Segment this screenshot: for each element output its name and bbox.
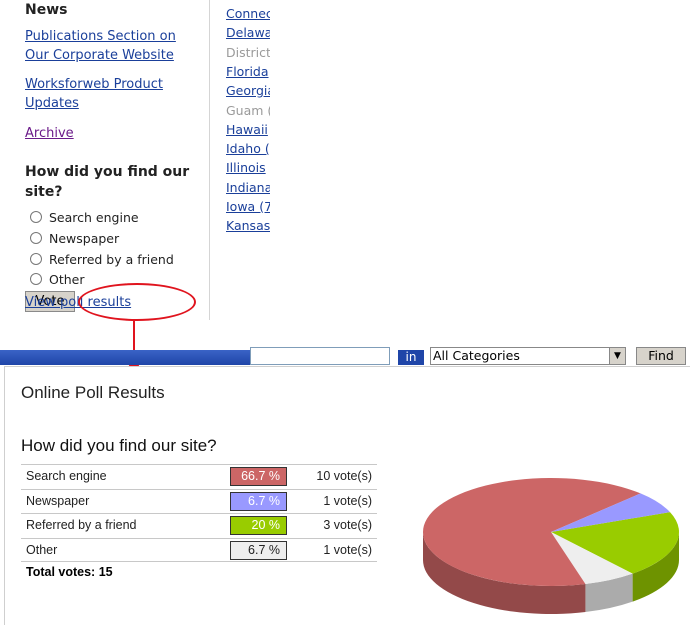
category-select-value: All Categories bbox=[433, 348, 520, 363]
state-link[interactable]: Georgia bbox=[226, 82, 270, 99]
state-link[interactable]: Illinois bbox=[226, 159, 266, 176]
total-votes: Total votes: 15 bbox=[26, 565, 113, 579]
state-link: District bbox=[226, 44, 270, 60]
poll-option-label: Referred by a friend bbox=[49, 251, 174, 267]
radio-button[interactable] bbox=[30, 253, 42, 265]
poll-option-friend[interactable]: Referred by a friend bbox=[30, 250, 174, 268]
state-link[interactable]: Indiana bbox=[226, 179, 270, 196]
poll-option-label: Other bbox=[49, 271, 85, 287]
state-link[interactable]: Kansas bbox=[226, 217, 270, 234]
percent-badge: 66.7 % bbox=[230, 467, 287, 486]
poll-question: How did you find our site? bbox=[25, 164, 190, 200]
row-label: Search engine bbox=[26, 469, 107, 483]
results-question: How did you find our site? bbox=[21, 436, 217, 455]
state-link[interactable]: Connec bbox=[226, 5, 270, 22]
vote-count: 1 vote(s) bbox=[323, 493, 372, 508]
news-heading: News bbox=[25, 2, 68, 18]
table-row: Search engine 66.7 % 10 vote(s) bbox=[21, 464, 377, 489]
row-label: Other bbox=[26, 542, 58, 557]
state-link[interactable]: Hawaii bbox=[226, 121, 268, 138]
annotation-ellipse bbox=[78, 283, 196, 321]
poll-option-other[interactable]: Other bbox=[30, 270, 85, 288]
table-row: Newspaper 6.7 % 1 vote(s) bbox=[21, 488, 377, 514]
state-link[interactable]: Delawa bbox=[226, 24, 270, 41]
poll-option-search-engine[interactable]: Search engine bbox=[30, 208, 139, 226]
state-link[interactable]: Idaho ( bbox=[226, 140, 270, 157]
product-updates-link[interactable]: Worksforweb Product Updates bbox=[25, 75, 203, 113]
category-select[interactable]: All Categories ▼ bbox=[430, 347, 626, 365]
find-button[interactable]: Find bbox=[636, 347, 686, 365]
row-label: Referred by a friend bbox=[26, 518, 137, 532]
radio-button[interactable] bbox=[30, 273, 42, 285]
publications-link[interactable]: Publications Section on Our Corporate We… bbox=[25, 27, 203, 65]
row-label: Newspaper bbox=[26, 493, 90, 508]
percent-badge: 6.7 % bbox=[230, 491, 287, 511]
state-link[interactable]: Iowa (7 bbox=[226, 198, 270, 215]
results-table: Search engine 66.7 % 10 vote(s) Newspape… bbox=[21, 464, 377, 562]
poll-option-newspaper[interactable]: Newspaper bbox=[30, 229, 119, 247]
search-bar-background bbox=[0, 350, 250, 365]
table-row: Other 6.7 % 1 vote(s) bbox=[21, 537, 377, 562]
vote-count: 1 vote(s) bbox=[323, 542, 372, 557]
state-link[interactable]: Florida bbox=[226, 63, 269, 80]
sidebar: News Publications Section on Our Corpora… bbox=[0, 0, 210, 320]
state-list: Connec Delawa District Florida Georgia Guam (… bbox=[226, 5, 270, 235]
archive-link[interactable]: Archive bbox=[25, 124, 203, 143]
radio-button[interactable] bbox=[30, 211, 42, 223]
table-row: Referred by a friend 20 % 3 vote(s) bbox=[21, 513, 377, 538]
results-title: Online Poll Results bbox=[21, 383, 165, 402]
percent-badge: 6.7 % bbox=[230, 540, 287, 560]
state-link: Guam ( bbox=[226, 102, 270, 118]
radio-button[interactable] bbox=[30, 232, 42, 244]
vote-count: 10 vote(s) bbox=[316, 469, 372, 483]
search-input[interactable] bbox=[250, 347, 390, 365]
chevron-down-icon[interactable]: ▼ bbox=[609, 348, 625, 364]
search-bar: in All Categories ▼ Find bbox=[0, 347, 694, 365]
poll-option-label: Search engine bbox=[49, 209, 139, 225]
poll-option-label: Newspaper bbox=[49, 230, 120, 246]
percent-badge: 20 % bbox=[230, 516, 287, 535]
poll-pie-chart bbox=[423, 478, 679, 614]
in-label: in bbox=[398, 350, 424, 365]
vote-count: 3 vote(s) bbox=[323, 518, 372, 532]
